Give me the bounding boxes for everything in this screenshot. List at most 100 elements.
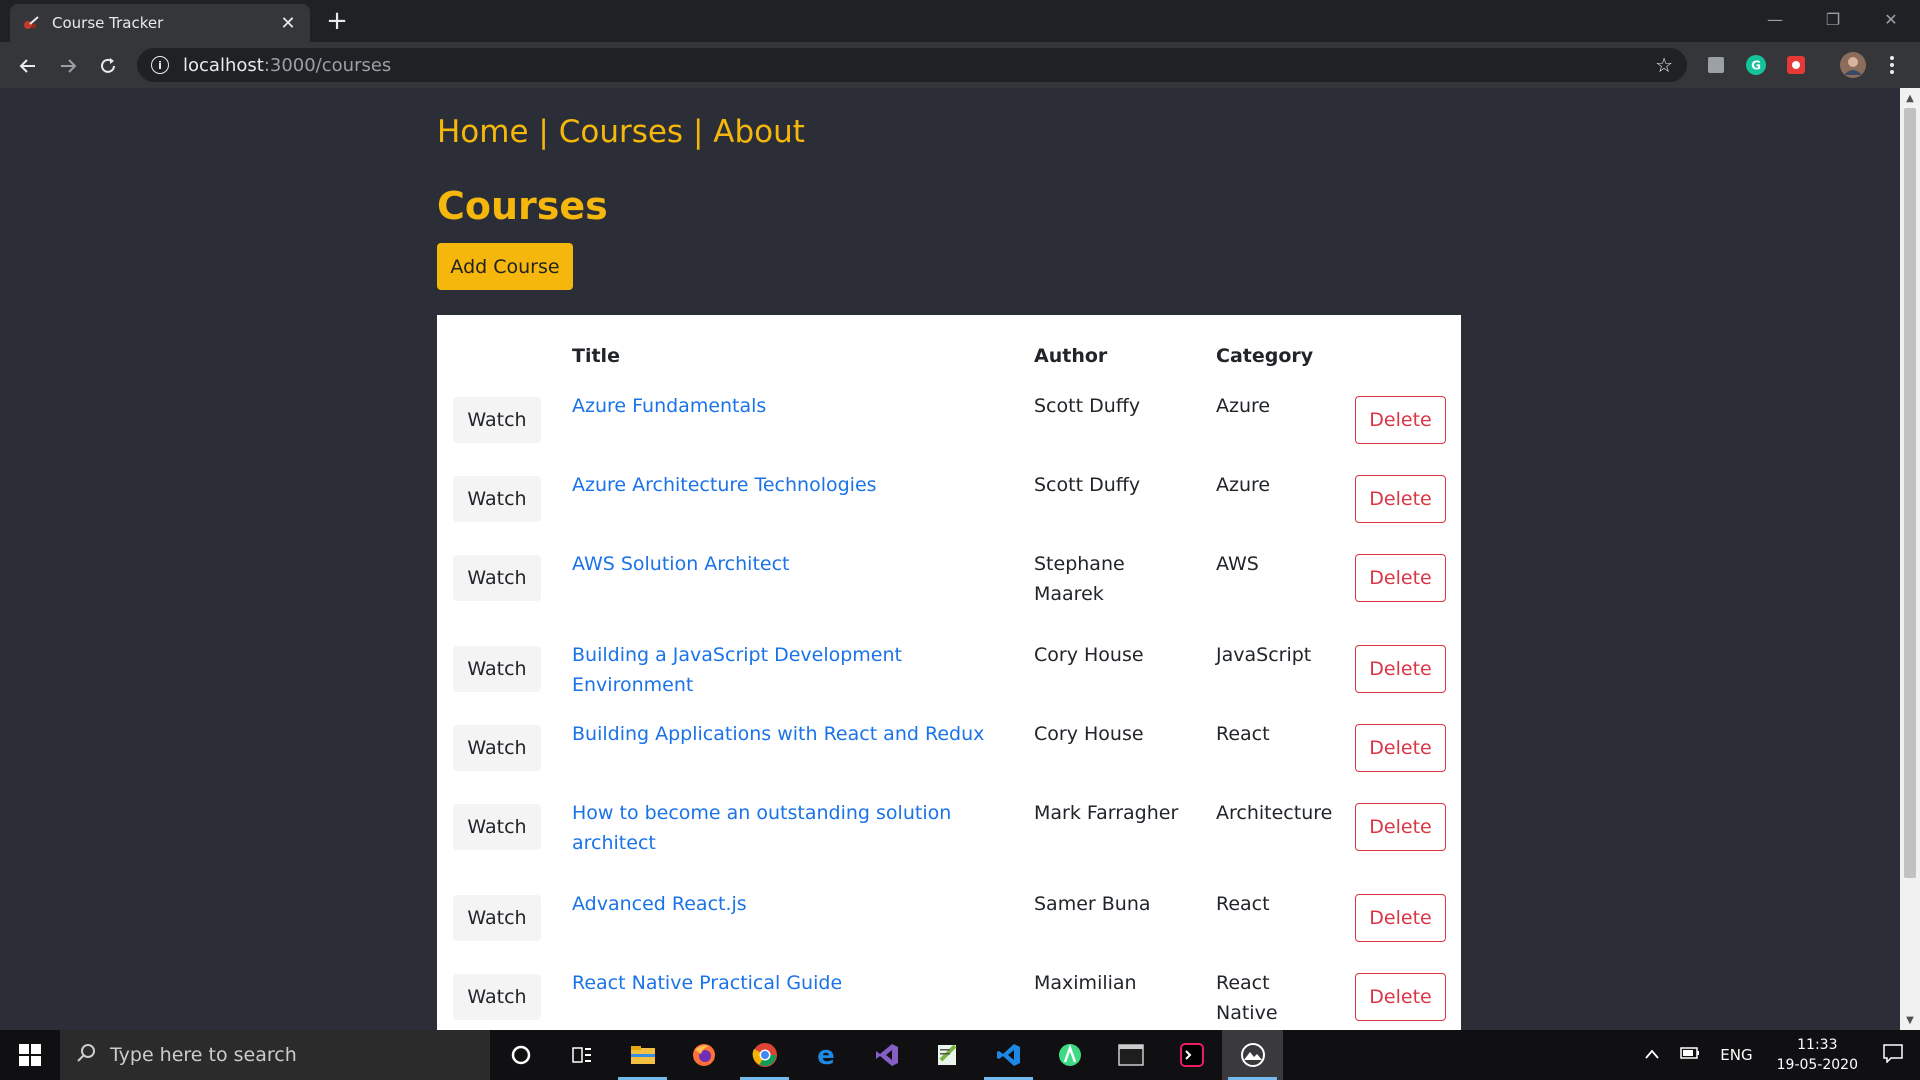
- browser-tab-bar: Course Tracker ✕ + — ❐ ✕: [0, 0, 1920, 42]
- nav-separator: |: [683, 114, 714, 150]
- course-author: Samer Buna: [1034, 893, 1151, 915]
- nav-home-link[interactable]: Home: [437, 114, 529, 150]
- scroll-thumb[interactable]: [1904, 108, 1916, 878]
- battery-icon[interactable]: [1680, 1046, 1700, 1064]
- course-title-link[interactable]: How to become an outstanding solution ar…: [572, 802, 951, 854]
- course-category: Azure: [1216, 395, 1271, 417]
- scroll-up-icon[interactable]: ▲: [1900, 90, 1920, 106]
- extension-red-icon[interactable]: [1784, 53, 1808, 77]
- extension-grey-icon[interactable]: [1704, 53, 1728, 77]
- visual-studio-icon[interactable]: [856, 1030, 917, 1080]
- delete-button[interactable]: Delete: [1355, 475, 1446, 523]
- edge-icon[interactable]: e: [795, 1030, 856, 1080]
- column-header-category: Category: [1216, 345, 1314, 367]
- watch-button[interactable]: Watch: [453, 725, 541, 771]
- address-bar[interactable]: i localhost :3000/courses ☆: [137, 48, 1687, 82]
- watch-button[interactable]: Watch: [453, 974, 541, 1020]
- course-category: React: [1216, 893, 1270, 915]
- column-header-title: Title: [572, 345, 620, 367]
- course-title-link[interactable]: Building Applications with React and Red…: [572, 723, 984, 745]
- reload-icon[interactable]: [92, 50, 124, 82]
- back-icon[interactable]: [12, 50, 44, 82]
- svg-text:G: G: [1751, 59, 1761, 73]
- url-host: localhost: [183, 54, 264, 76]
- notification-center-icon[interactable]: [1882, 1043, 1904, 1067]
- browser-toolbar: i localhost :3000/courses ☆ G: [0, 42, 1920, 88]
- course-category: React: [1216, 723, 1270, 745]
- bookmark-star-icon[interactable]: ☆: [1655, 53, 1673, 77]
- taskbar-search-box[interactable]: Type here to search: [60, 1030, 490, 1080]
- watch-button[interactable]: Watch: [453, 804, 541, 850]
- site-info-icon[interactable]: i: [151, 56, 169, 74]
- task-view-icon[interactable]: [551, 1030, 612, 1080]
- watch-button[interactable]: Watch: [453, 895, 541, 941]
- windows-taskbar: Type here to search e ENG 11:33 19-05-20…: [0, 1030, 1920, 1080]
- scroll-down-icon[interactable]: ▼: [1900, 1012, 1920, 1028]
- delete-button[interactable]: Delete: [1355, 724, 1446, 772]
- page-scrollbar[interactable]: ▲ ▼: [1900, 88, 1920, 1030]
- forward-icon[interactable]: [52, 50, 84, 82]
- svg-text:e: e: [817, 1042, 835, 1068]
- course-title-link[interactable]: Azure Architecture Technologies: [572, 474, 877, 496]
- delete-button[interactable]: Delete: [1355, 554, 1446, 602]
- url-path: :3000/courses: [263, 54, 392, 76]
- tab-close-icon[interactable]: ✕: [278, 13, 298, 34]
- restore-icon[interactable]: ❐: [1804, 0, 1862, 38]
- terminal-icon[interactable]: [1100, 1030, 1161, 1080]
- browser-tab[interactable]: Course Tracker ✕: [10, 4, 310, 42]
- firefox-icon[interactable]: [673, 1030, 734, 1080]
- course-title-link[interactable]: Azure Fundamentals: [572, 395, 766, 417]
- language-indicator[interactable]: ENG: [1720, 1046, 1752, 1064]
- course-category: JavaScript: [1216, 644, 1312, 666]
- file-explorer-icon[interactable]: [612, 1030, 673, 1080]
- minimize-icon[interactable]: —: [1746, 0, 1804, 38]
- android-studio-icon[interactable]: [1039, 1030, 1100, 1080]
- nav-separator: |: [528, 114, 559, 150]
- nav-about-link[interactable]: About: [713, 114, 805, 150]
- window-close-icon[interactable]: ✕: [1862, 0, 1920, 38]
- course-category: AWS: [1216, 553, 1259, 575]
- windows-start-icon[interactable]: [0, 1030, 60, 1080]
- app-favicon-icon: [22, 14, 40, 32]
- delete-button[interactable]: Delete: [1355, 803, 1446, 851]
- course-title-link[interactable]: Building a JavaScript Development Enviro…: [572, 644, 902, 696]
- watch-button[interactable]: Watch: [453, 646, 541, 692]
- course-category: Architecture: [1216, 802, 1333, 824]
- courses-table: Title Author Category Watch Azure Fundam…: [437, 315, 1461, 1030]
- delete-button[interactable]: Delete: [1355, 973, 1446, 1021]
- photos-app-icon[interactable]: [1222, 1030, 1283, 1080]
- nav-courses-link[interactable]: Courses: [559, 114, 683, 150]
- vscode-icon[interactable]: [978, 1030, 1039, 1080]
- cortana-icon[interactable]: [490, 1030, 551, 1080]
- course-title-link[interactable]: AWS Solution Architect: [572, 553, 789, 575]
- chrome-icon[interactable]: [734, 1030, 795, 1080]
- add-course-button[interactable]: Add Course: [437, 243, 573, 290]
- course-title-link[interactable]: React Native Practical Guide: [572, 972, 842, 994]
- course-category: Azure: [1216, 474, 1271, 496]
- taskbar-clock[interactable]: 11:33 19-05-2020: [1777, 1035, 1858, 1075]
- course-title-link[interactable]: Advanced React.js: [572, 893, 747, 915]
- watch-button[interactable]: Watch: [453, 555, 541, 601]
- course-author: Cory House: [1034, 723, 1144, 745]
- page-title: Courses: [437, 184, 608, 228]
- browser-menu-icon[interactable]: [1880, 53, 1904, 77]
- delete-button[interactable]: Delete: [1355, 645, 1446, 693]
- watch-button[interactable]: Watch: [453, 397, 541, 443]
- watch-button[interactable]: Watch: [453, 476, 541, 522]
- tray-chevron-up-icon[interactable]: [1644, 1046, 1660, 1064]
- notepad-plus-icon[interactable]: [917, 1030, 978, 1080]
- tab-title: Course Tracker: [52, 14, 164, 32]
- new-tab-icon[interactable]: +: [322, 6, 352, 36]
- course-category: React Native: [1216, 972, 1278, 1024]
- clock-date: 19-05-2020: [1776, 1057, 1858, 1073]
- system-tray: ENG 11:33 19-05-2020: [1634, 1030, 1920, 1080]
- hyper-terminal-icon[interactable]: [1161, 1030, 1222, 1080]
- page-viewport: Home | Courses | About Courses Add Cours…: [0, 88, 1900, 1030]
- profile-avatar[interactable]: [1838, 50, 1868, 80]
- course-author: Mark Farragher: [1034, 802, 1179, 824]
- grammarly-icon[interactable]: G: [1744, 53, 1768, 77]
- delete-button[interactable]: Delete: [1355, 396, 1446, 444]
- search-icon: [76, 1043, 96, 1067]
- course-author: Cory House: [1034, 644, 1144, 666]
- delete-button[interactable]: Delete: [1355, 894, 1446, 942]
